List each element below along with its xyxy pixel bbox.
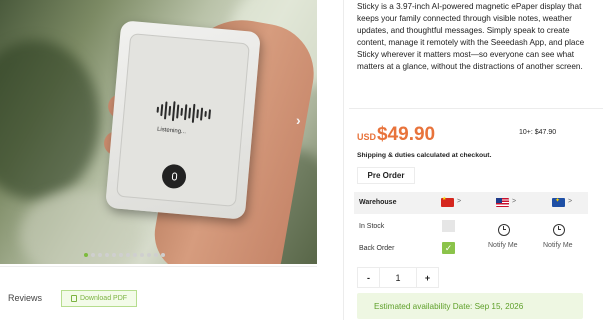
device-screen: Listening... — [116, 33, 250, 207]
product-description: Sticky is a 3.97-inch AI-powered magneti… — [357, 2, 585, 72]
product-image-gallery[interactable]: Listening... › — [0, 0, 317, 264]
chevron-right-icon[interactable]: > — [512, 198, 516, 205]
china-flag-icon[interactable] — [441, 196, 454, 207]
slide-dot[interactable] — [140, 253, 144, 257]
quantity-stepper: - 1 + — [357, 267, 439, 288]
slide-dot[interactable] — [84, 253, 88, 257]
in-stock-label: In Stock — [359, 223, 385, 230]
back-order-checkbox[interactable]: ✓ — [442, 242, 455, 254]
price-block: USD $49.90 — [357, 124, 435, 146]
next-image-chevron-icon[interactable]: › — [296, 112, 301, 128]
slide-dot[interactable] — [133, 253, 137, 257]
tier-price: 10+: $47.90 — [519, 129, 557, 136]
clock-icon[interactable] — [498, 224, 510, 236]
slide-dot[interactable] — [112, 253, 116, 257]
document-icon — [70, 295, 77, 302]
increase-quantity-button[interactable]: + — [417, 268, 438, 287]
divider — [0, 266, 317, 267]
background-foliage — [0, 40, 100, 200]
currency-label: USD — [357, 132, 377, 142]
soundwave-icon — [156, 99, 212, 126]
preorder-option[interactable]: Pre Order — [357, 167, 415, 184]
availability-notice: Estimated availability Date: Sep 15, 202… — [357, 293, 583, 319]
usa-flag-icon[interactable] — [496, 198, 509, 207]
device-status-text: Listening... — [156, 126, 187, 136]
divider — [349, 108, 603, 109]
notify-me-link[interactable]: Notify Me — [543, 242, 573, 249]
slide-dot[interactable] — [126, 253, 130, 257]
sticky-device-image: Listening... — [105, 20, 261, 220]
quantity-input[interactable]: 1 — [379, 268, 417, 287]
slide-dot[interactable] — [147, 253, 151, 257]
download-pdf-label: Download PDF — [79, 295, 128, 302]
notify-me-link[interactable]: Notify Me — [488, 242, 518, 249]
chevron-right-icon[interactable]: > — [568, 198, 572, 205]
back-order-label: Back Order — [359, 245, 395, 252]
chevron-right-icon[interactable]: > — [457, 198, 461, 205]
reviews-tab[interactable]: Reviews — [8, 293, 42, 303]
clock-icon[interactable] — [553, 224, 565, 236]
divider — [343, 0, 344, 320]
slide-dot[interactable] — [91, 253, 95, 257]
product-price: $49.90 — [377, 124, 436, 145]
in-stock-checkbox[interactable] — [442, 220, 455, 232]
warehouse-label: Warehouse — [359, 199, 397, 206]
microphone-icon — [161, 163, 188, 190]
shipping-note: Shipping & duties calculated at checkout… — [357, 152, 492, 159]
decrease-quantity-button[interactable]: - — [358, 268, 379, 287]
slide-indicator — [84, 253, 165, 257]
slide-dot[interactable] — [119, 253, 123, 257]
slide-dot[interactable] — [105, 253, 109, 257]
slide-dot[interactable] — [154, 253, 158, 257]
download-pdf-button[interactable]: Download PDF — [61, 290, 137, 307]
slide-dot[interactable] — [161, 253, 165, 257]
slide-dot[interactable] — [98, 253, 102, 257]
eu-flag-icon[interactable] — [552, 197, 565, 207]
